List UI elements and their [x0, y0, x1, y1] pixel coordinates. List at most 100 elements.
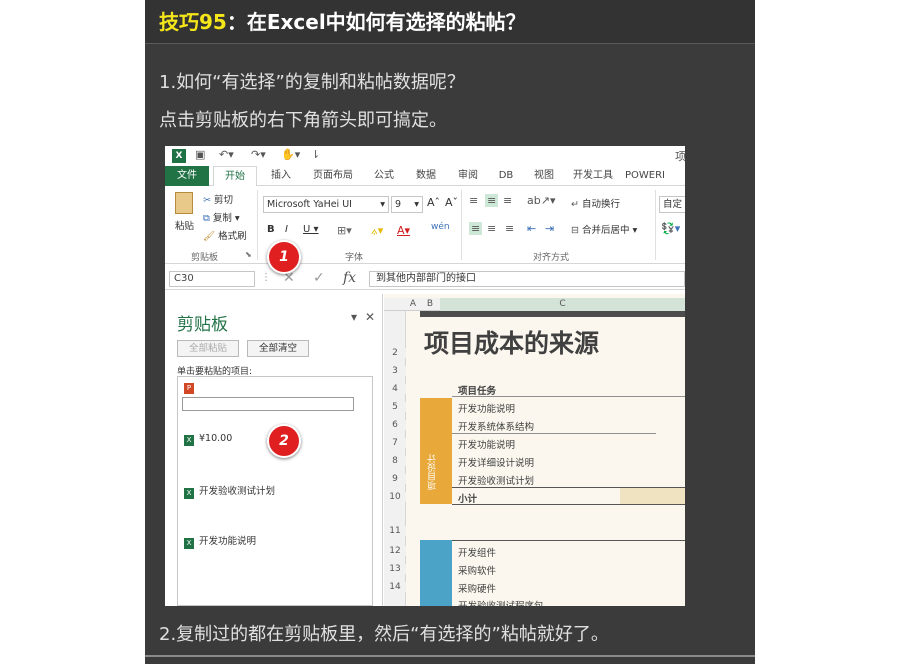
format-painter-button[interactable]: 🖌 格式刷	[203, 228, 247, 242]
align-bottom-icon[interactable]: ≡	[503, 194, 512, 207]
enter-icon[interactable]: ✓	[313, 270, 325, 286]
bold-button[interactable]: B	[267, 224, 275, 235]
chevron-down-icon: ▾	[414, 199, 419, 210]
row-header[interactable]: 9	[384, 474, 406, 484]
font-size-select[interactable]: 9 ▾	[391, 196, 423, 213]
align-right-icon[interactable]: ≡	[505, 222, 514, 235]
task-cell[interactable]: 开发组件	[458, 545, 496, 559]
decrease-indent-icon[interactable]: ⇤	[527, 222, 536, 235]
task-cell[interactable]: 开发功能说明	[458, 437, 515, 451]
font-name-select[interactable]: Microsoft YaHei UI ▾	[263, 196, 389, 213]
tab-power[interactable]: POWERI	[625, 166, 685, 186]
clear-all-button[interactable]: 全部清空	[247, 340, 309, 357]
task-cell[interactable]: 开发验收测试程序包	[458, 598, 544, 606]
formula-input[interactable]: 到其他内部部门的接口	[369, 271, 685, 287]
tip-title: ：在Excel中如何有选择的粘帖？	[226, 10, 526, 34]
row-header[interactable]: 8	[384, 456, 406, 466]
brush-icon: 🖌	[203, 231, 219, 242]
divider	[452, 433, 656, 434]
borders-icon[interactable]: ⊞▾	[337, 224, 352, 237]
excel-item-icon: X	[184, 488, 194, 499]
copy-button[interactable]: ⧉ 复制 ▾	[203, 210, 240, 224]
tab-db[interactable]: DB	[491, 166, 521, 186]
clipboard-item[interactable]: P	[184, 381, 199, 394]
number-format-select[interactable]: 自定	[659, 196, 685, 213]
italic-button[interactable]: I	[285, 224, 288, 235]
format-painter-label: 格式刷	[218, 231, 247, 242]
clipboard-launcher-icon[interactable]: ⬊	[245, 250, 252, 259]
clipboard-item[interactable]: X 开发验收测试计划	[184, 483, 275, 499]
touch-mode-icon[interactable]: ✋▾	[281, 148, 300, 161]
column-header[interactable]: A	[406, 298, 420, 311]
task-cell[interactable]: 开发详细设计说明	[458, 455, 534, 469]
align-middle-icon[interactable]: ≡	[485, 194, 499, 207]
clipboard-item[interactable]: X 开发功能说明	[184, 533, 256, 549]
clipboard-item[interactable]: X ¥10.00	[184, 433, 232, 446]
pane-options-icon[interactable]: ▾	[351, 310, 357, 324]
clipboard-item-label: 开发验收测试计划	[199, 486, 276, 497]
merge-center-button[interactable]: ⊟ 合并后居中 ▾	[571, 222, 637, 236]
save-icon[interactable]: ▣	[195, 148, 205, 161]
row-header[interactable]: 12	[384, 546, 406, 556]
align-top-icon[interactable]: ≡	[469, 194, 478, 207]
merge-icon: ⊟	[571, 225, 582, 236]
redo-icon[interactable]: ↷▾	[251, 148, 266, 161]
phonetic-icon[interactable]: wén	[431, 222, 450, 232]
worksheet: A B C 2 3 4 5 6 7 8 9 10 11 12 13 14 项目成…	[384, 294, 685, 606]
tab-insert[interactable]: 插入	[261, 166, 301, 186]
shrink-font-icon[interactable]: Aˇ	[445, 196, 458, 209]
underline-button[interactable]: U ▾	[303, 224, 319, 235]
task-cell[interactable]: 采购硬件	[458, 581, 496, 595]
insert-function-icon[interactable]: fx	[343, 270, 356, 286]
row-header[interactable]: 5	[384, 402, 406, 412]
paste-icon[interactable]	[175, 192, 193, 214]
name-box[interactable]: C30	[169, 271, 255, 287]
close-icon[interactable]: ✕	[365, 310, 375, 324]
row-header[interactable]: 4	[384, 384, 406, 394]
divider	[452, 396, 685, 397]
task-cell[interactable]: 开发系统体系结构	[458, 419, 534, 433]
tab-data[interactable]: 数据	[407, 166, 445, 186]
tab-page-layout[interactable]: 页面布局	[305, 166, 361, 186]
paste-all-button[interactable]: 全部粘贴	[177, 340, 239, 357]
clipboard-item-list: P X ¥10.00 X 开发验收测试计划 X 开发功能说明	[177, 376, 373, 606]
subtotal-value-cell[interactable]	[620, 488, 685, 504]
align-center-icon[interactable]: ≡	[487, 222, 496, 235]
subtotal-cell[interactable]: 小计	[458, 491, 477, 505]
row-header[interactable]: 11	[384, 526, 406, 536]
row-header[interactable]: 7	[384, 438, 406, 448]
customize-qat-icon[interactable]: ⇂	[311, 148, 320, 161]
divider	[452, 504, 685, 505]
row-header[interactable]: 3	[384, 366, 406, 376]
tab-view[interactable]: 视图	[525, 166, 563, 186]
task-column-title[interactable]: 项目任务	[458, 383, 496, 397]
accounting-format-icon[interactable]: 💱▾	[661, 222, 680, 235]
row-header[interactable]: 6	[384, 420, 406, 430]
grow-font-icon[interactable]: Aˆ	[427, 196, 440, 209]
tab-review[interactable]: 审阅	[449, 166, 487, 186]
task-cell[interactable]: 采购软件	[458, 563, 496, 577]
tab-home[interactable]: 开始	[213, 166, 257, 186]
cut-button[interactable]: ✂ 剪切	[203, 192, 233, 206]
tab-formulas[interactable]: 公式	[365, 166, 403, 186]
wrap-text-button[interactable]: ↵ 自动换行	[571, 196, 620, 210]
task-cell[interactable]: 开发验收测试计划	[458, 473, 534, 487]
row-header[interactable]: 2	[384, 348, 406, 358]
increase-indent-icon[interactable]: ⇥	[545, 222, 554, 235]
orientation-icon[interactable]: ab↗▾	[527, 194, 555, 207]
row-header[interactable]: 14	[384, 582, 406, 592]
tab-file[interactable]: 文件	[165, 166, 209, 186]
fill-color-icon[interactable]: ⟑▾	[371, 224, 383, 238]
row-header[interactable]: 10	[384, 492, 406, 502]
font-color-icon[interactable]: A▾	[397, 224, 410, 237]
paste-button[interactable]: 粘贴	[175, 218, 194, 232]
category-band-2	[420, 540, 452, 606]
clipboard-item-preview[interactable]	[182, 397, 354, 411]
column-header[interactable]: B	[420, 298, 440, 311]
step2-text: 2.复制过的都在剪贴板里，然后“有选择的”粘帖就好了。	[159, 624, 609, 645]
align-left-icon[interactable]: ≡	[469, 222, 483, 235]
row-header[interactable]: 13	[384, 564, 406, 574]
task-cell[interactable]: 开发功能说明	[458, 401, 515, 415]
undo-icon[interactable]: ↶▾	[219, 148, 234, 161]
tab-developer[interactable]: 开发工具	[567, 166, 619, 186]
